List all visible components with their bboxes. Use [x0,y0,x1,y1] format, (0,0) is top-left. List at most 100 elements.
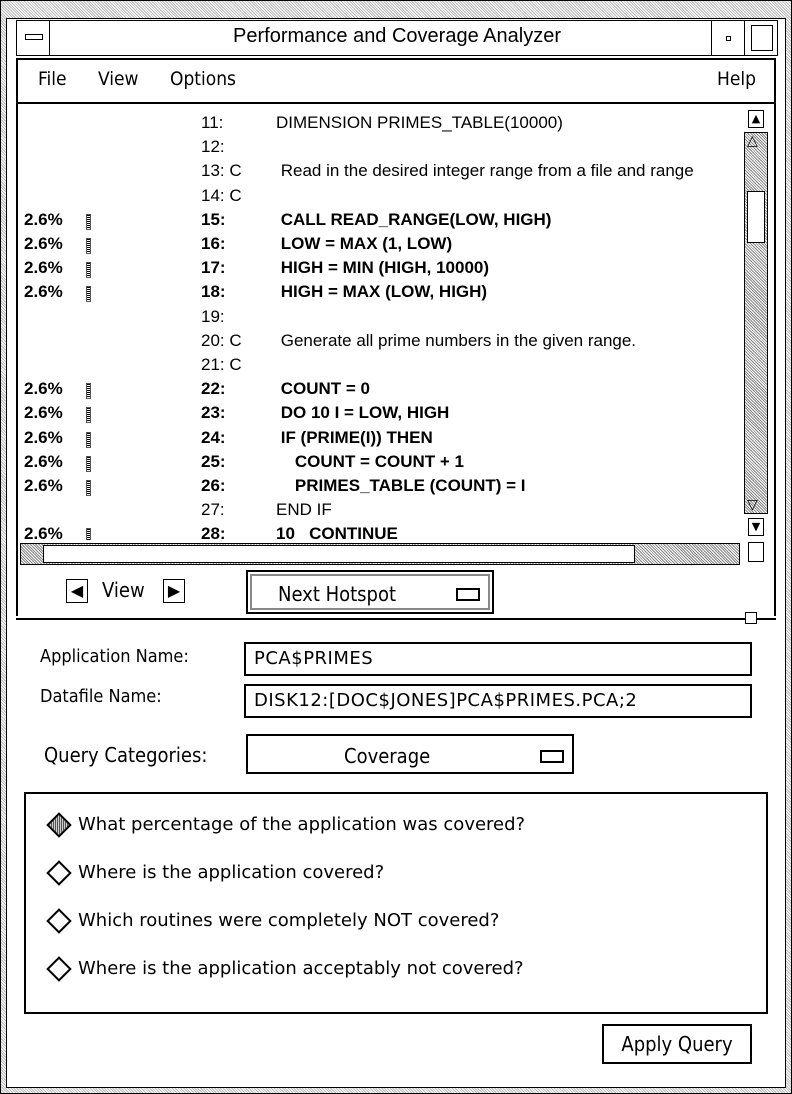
coverage-bar [86,383,91,400]
query-radio-option[interactable]: Where is the application acceptably not … [46,956,524,982]
query-option-label: Where is the application acceptably not … [78,958,524,979]
query-radio-option[interactable]: Where is the application covered? [46,860,385,886]
line-number: 15: [201,209,226,229]
line-text: Read in the desired integer range from a… [276,161,694,181]
line-text: COUNT = 0 [276,379,370,399]
hotspot-selected: Next Hotspot [278,582,397,606]
scroll-top-icon[interactable]: ▲ [748,110,764,128]
source-line[interactable]: 2.6% 15: CALL READ_RANGE(LOW, HIGH) [18,210,740,234]
coverage-percent: 2.6% [24,451,63,471]
line-number: 13: C [201,161,242,181]
menu-view[interactable]: View [98,68,139,90]
source-line[interactable]: 11: DIMENSION PRIMES_TABLE(10000) [18,113,740,137]
option-menu-icon [456,588,480,601]
query-radio-option[interactable]: Which routines were completely NOT cover… [46,908,500,934]
source-line[interactable]: 19: [18,307,740,331]
line-text: END IF [276,500,332,520]
query-option-label: Where is the application covered? [78,862,385,883]
coverage-percent: 2.6% [24,524,63,540]
source-line[interactable]: 21: C [18,355,740,379]
source-line[interactable]: 20: C Generate all prime numbers in the … [18,331,740,355]
radio-diamond-icon[interactable] [46,860,72,886]
coverage-percent: 2.6% [24,209,63,229]
line-number: 26: [201,476,226,495]
coverage-percent: 2.6% [24,258,63,278]
source-line[interactable]: 2.6% 17: HIGH = MIN (HIGH, 10000) [18,258,740,282]
line-number: 27: [201,500,225,520]
horizontal-scroll-thumb[interactable] [43,545,635,563]
app-name-field[interactable]: PCA$PRIMES [244,642,752,676]
window-title: Performance and Coverage Analyzer [233,25,561,47]
corner-box [748,542,764,562]
coverage-percent: 2.6% [24,403,63,423]
line-number: 19: [201,306,225,326]
menu-file[interactable]: File [38,68,66,90]
coverage-bar [86,238,91,254]
radio-diamond-icon[interactable] [46,956,72,982]
coverage-percent: 2.6% [24,476,63,495]
coverage-bar [86,407,91,424]
source-line[interactable]: 2.6% 28: 10 CONTINUE [18,524,740,540]
vertical-scrollbar[interactable]: △ ▽ [744,132,768,514]
apply-query-button[interactable]: Apply Query [602,1024,752,1064]
line-number: 24: [201,427,226,447]
source-line[interactable]: 2.6% 23: DO 10 I = LOW, HIGH [18,403,740,427]
coverage-percent: 2.6% [24,234,63,253]
pane-divider[interactable] [16,618,776,620]
line-number: 17: [201,258,226,278]
query-radio-option[interactable]: What percentage of the application was c… [46,812,525,838]
line-text: CALL READ_RANGE(LOW, HIGH) [276,209,552,229]
line-number: 20: C [201,330,242,350]
source-line[interactable]: 13: C Read in the desired integer range … [18,161,740,185]
source-line[interactable]: 12: [18,137,740,161]
view-label: View [102,578,145,602]
app-name-label: Application Name: [40,646,189,667]
source-line[interactable]: 2.6% 22: COUNT = 0 [18,379,740,403]
radio-diamond-icon[interactable] [46,812,72,838]
coverage-bar [86,262,91,279]
view-prev-button[interactable]: ◀ [66,579,88,603]
scroll-bottom-icon[interactable]: ▼ [748,518,764,536]
horizontal-scrollbar[interactable] [20,543,740,565]
line-number: 18: [201,282,226,302]
source-line[interactable]: 2.6% 24: IF (PRIME(I)) THEN [18,428,740,452]
query-categories-menu[interactable]: Coverage [246,734,574,774]
window-menu-icon[interactable] [17,21,50,55]
title-bar[interactable]: Performance and Coverage Analyzer [16,20,778,56]
radio-diamond-icon[interactable] [46,908,72,934]
scroll-up-arrow[interactable]: △ [747,133,758,149]
view-next-button[interactable]: ▶ [163,579,185,603]
line-number: 11: [201,113,224,132]
line-text: HIGH = MAX (LOW, HIGH) [276,282,488,302]
datafile-field[interactable]: DISK12:[DOC$JONES]PCA$PRIMES.PCA;2 [244,684,752,718]
source-line[interactable]: 14: C [18,186,740,210]
line-text: COUNT = COUNT + 1 [276,451,464,471]
coverage-bar [86,431,91,448]
source-listing[interactable]: 11: DIMENSION PRIMES_TABLE(10000) 12: 13: C… [18,108,740,540]
source-line[interactable]: 2.6% 26: PRIMES_TABLE (COUNT) = I [18,476,740,500]
line-text: DO 10 I = LOW, HIGH [276,403,450,423]
source-line[interactable]: 2.6% 25: COUNT = COUNT + 1 [18,452,740,476]
scroll-down-arrow[interactable]: ▽ [747,497,758,513]
maximize-icon[interactable] [751,25,773,51]
line-number: 21: C [201,355,242,374]
line-text: DIMENSION PRIMES_TABLE(10000) [276,113,563,132]
source-line[interactable]: 27: END IF [18,500,740,524]
sash-handle[interactable] [745,612,757,624]
coverage-bar [86,480,91,496]
line-number: 23: [201,403,226,423]
line-text: Generate all prime numbers in the given … [276,330,637,350]
menu-help[interactable]: Help [717,68,756,90]
line-text: HIGH = MIN (HIGH, 10000) [276,258,490,278]
vertical-scroll-thumb[interactable] [747,191,765,243]
line-number: 14: C [201,185,242,205]
query-option-label: Which routines were completely NOT cover… [78,910,500,931]
minimize-icon[interactable] [711,21,745,55]
coverage-bar [86,455,91,472]
hotspot-option-menu[interactable]: Next Hotspot [246,570,494,614]
source-line[interactable]: 2.6% 18: HIGH = MAX (LOW, HIGH) [18,282,740,306]
line-number: 25: [201,451,226,471]
menu-options[interactable]: Options [170,68,236,90]
line-text: IF (PRIME(I)) THEN [276,427,433,447]
source-line[interactable]: 2.6% 16: LOW = MAX (1, LOW) [18,234,740,258]
